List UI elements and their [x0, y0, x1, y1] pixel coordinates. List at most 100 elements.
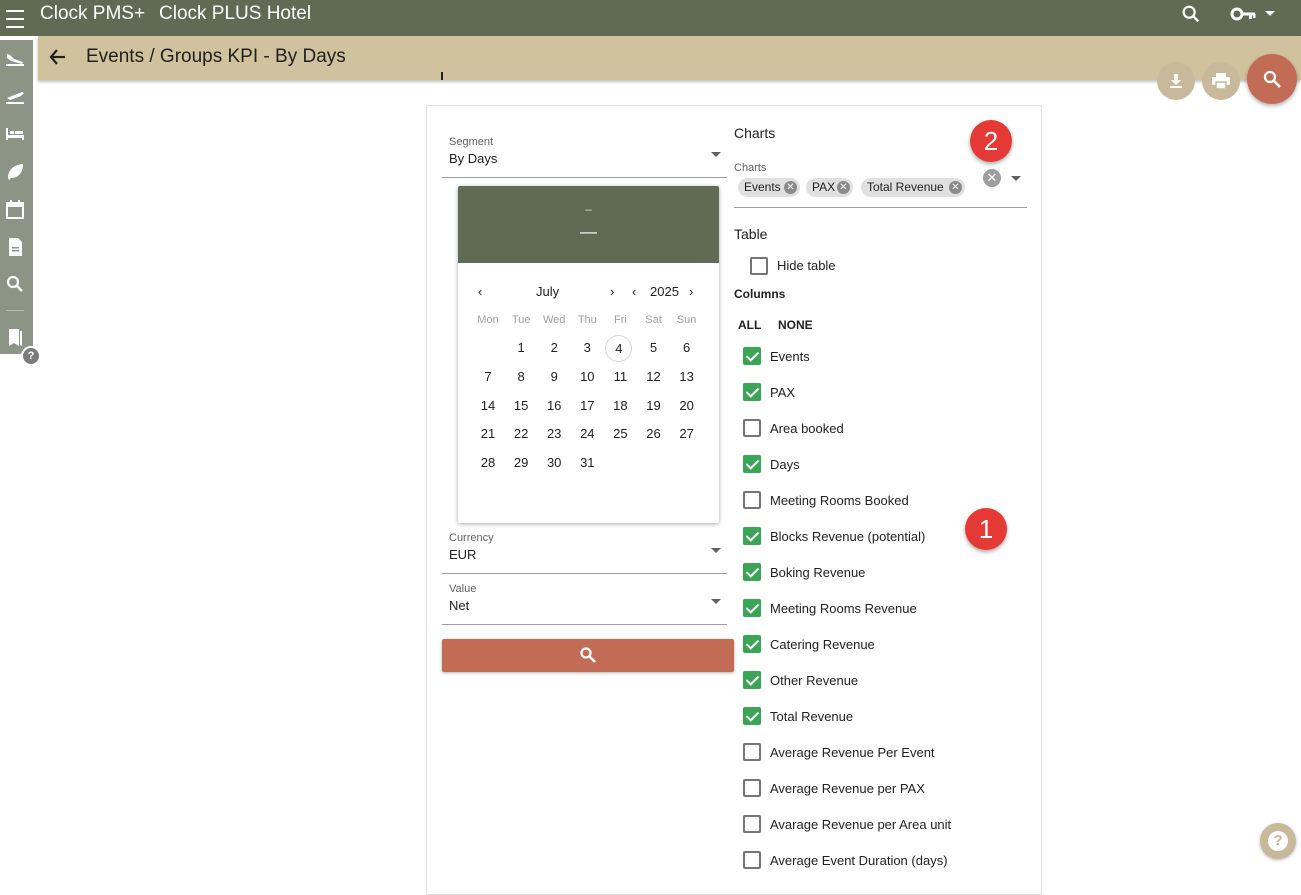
column-checkbox[interactable]: [743, 743, 761, 761]
calendar-day[interactable]: 27: [672, 421, 702, 447]
column-checkbox[interactable]: [743, 851, 761, 869]
help-button[interactable]: ?: [1260, 823, 1296, 859]
calendar-day[interactable]: 25: [605, 421, 635, 447]
calendar-day[interactable]: 14: [473, 393, 503, 419]
month-label[interactable]: July: [536, 284, 559, 299]
column-checkbox[interactable]: [743, 563, 761, 581]
calendar-day[interactable]: 23: [539, 421, 569, 447]
arrivals-plane-icon[interactable]: [4, 46, 26, 68]
top-app-bar: Clock PMS+ Clock PLUS Hotel: [0, 0, 1301, 36]
calendar-day[interactable]: 28: [473, 450, 503, 476]
hide-table-checkbox[interactable]: [750, 257, 768, 275]
calendar-day[interactable]: 3: [572, 335, 602, 361]
select-no-columns-button[interactable]: NONE: [778, 318, 813, 332]
column-checkbox[interactable]: [743, 779, 761, 797]
calendar-icon[interactable]: [4, 198, 26, 220]
hotel-name[interactable]: Clock PLUS Hotel: [159, 3, 311, 25]
calendar-day[interactable]: 13: [672, 364, 702, 390]
segment-select[interactable]: Segment By Days: [442, 136, 727, 178]
hide-table-label: Hide table: [777, 258, 836, 273]
document-icon[interactable]: [4, 236, 26, 258]
column-checkbox[interactable]: [743, 671, 761, 689]
column-checkbox[interactable]: [743, 599, 761, 617]
column-checkbox[interactable]: [743, 383, 761, 401]
column-checkbox-label: Boking Revenue: [770, 565, 866, 580]
calendar-day[interactable]: 6: [672, 335, 702, 361]
chart-chip[interactable]: Total Revenue ✕: [861, 178, 965, 197]
select-all-columns-button[interactable]: ALL: [738, 318, 761, 332]
charts-multiselect[interactable]: Charts Events ✕ PAX ✕ Total Revenue ✕ ✕: [734, 160, 1027, 208]
calendar-day[interactable]: 10: [572, 364, 602, 390]
year-label[interactable]: 2025: [650, 284, 679, 299]
chart-chip[interactable]: Events ✕: [738, 178, 800, 197]
calendar-day[interactable]: 31: [572, 450, 602, 476]
chip-remove-icon[interactable]: ✕: [949, 181, 962, 194]
next-year-icon[interactable]: ›: [689, 284, 693, 299]
column-checkbox[interactable]: [743, 491, 761, 509]
calendar-day[interactable]: 21: [473, 421, 503, 447]
print-button[interactable]: [1202, 62, 1240, 100]
calendar-day[interactable]: 24: [572, 421, 602, 447]
calendar-day[interactable]: 2: [539, 335, 569, 361]
calendar-day[interactable]: 15: [506, 393, 536, 419]
value-select[interactable]: Value Net: [442, 583, 727, 625]
value-label: Value: [449, 583, 477, 595]
calendar-day[interactable]: 19: [639, 393, 669, 419]
column-checkbox[interactable]: [743, 815, 761, 833]
clear-selection-icon[interactable]: ✕: [983, 169, 1001, 187]
calendar-day[interactable]: 12: [639, 364, 669, 390]
chip-label: Events: [744, 180, 781, 194]
sidebar-help-icon[interactable]: ?: [21, 346, 41, 366]
prev-year-icon[interactable]: ‹: [632, 284, 636, 299]
calendar-day[interactable]: 16: [539, 393, 569, 419]
search-icon[interactable]: [1180, 3, 1202, 25]
annotation-badge-1: 1: [965, 508, 1007, 550]
calendar-day[interactable]: 11: [605, 364, 635, 390]
calendar-day[interactable]: 26: [639, 421, 669, 447]
sidebar-divider: [6, 310, 24, 311]
search-submit-button[interactable]: [442, 639, 734, 672]
chip-label: Total Revenue: [867, 180, 944, 194]
calendar-day[interactable]: 18: [605, 393, 635, 419]
currency-select[interactable]: Currency EUR: [442, 532, 727, 574]
account-dropdown-caret-icon[interactable]: [1265, 11, 1275, 16]
prev-month-icon[interactable]: ‹: [478, 284, 482, 299]
calendar-day[interactable]: 7: [473, 364, 503, 390]
calendar-day[interactable]: 1: [506, 335, 536, 361]
calendar-day[interactable]: 8: [506, 364, 536, 390]
bookmarks-icon[interactable]: [4, 326, 26, 348]
column-checkbox[interactable]: [743, 347, 761, 365]
charts-field-label: Charts: [734, 162, 767, 174]
chip-remove-icon[interactable]: ✕: [784, 181, 797, 194]
column-checkbox[interactable]: [743, 455, 761, 473]
column-checkbox[interactable]: [743, 635, 761, 653]
calendar-day[interactable]: 22: [506, 421, 536, 447]
calendar-day[interactable]: 29: [506, 450, 536, 476]
arrow-back-icon[interactable]: [48, 47, 68, 67]
bed-icon[interactable]: [4, 122, 26, 144]
departures-plane-icon[interactable]: [4, 84, 26, 106]
search-fab-button[interactable]: [1247, 54, 1297, 104]
download-button[interactable]: [1157, 62, 1195, 100]
key-icon[interactable]: [1230, 5, 1256, 23]
dropdown-arrow-icon[interactable]: [1011, 176, 1021, 181]
hamburger-menu-icon[interactable]: [6, 4, 24, 30]
column-checkbox[interactable]: [743, 527, 761, 545]
search-icon: [1263, 70, 1281, 88]
calendar-day[interactable]: 30: [539, 450, 569, 476]
weekday-header: Mon: [477, 314, 499, 326]
column-checkbox[interactable]: [743, 419, 761, 437]
column-checkbox[interactable]: [743, 707, 761, 725]
column-checkbox-label: Days: [770, 457, 800, 472]
next-month-icon[interactable]: ›: [610, 284, 614, 299]
app-name[interactable]: Clock PMS+: [40, 3, 145, 25]
chart-chip[interactable]: PAX ✕: [806, 178, 853, 197]
chip-remove-icon[interactable]: ✕: [837, 181, 850, 194]
calendar-day[interactable]: 5: [639, 335, 669, 361]
calendar-day[interactable]: 4: [605, 335, 633, 362]
calendar-day[interactable]: 9: [539, 364, 569, 390]
leaf-icon[interactable]: [4, 160, 26, 182]
calendar-day[interactable]: 20: [672, 393, 702, 419]
calendar-day[interactable]: 17: [572, 393, 602, 419]
search-icon[interactable]: [4, 273, 26, 295]
